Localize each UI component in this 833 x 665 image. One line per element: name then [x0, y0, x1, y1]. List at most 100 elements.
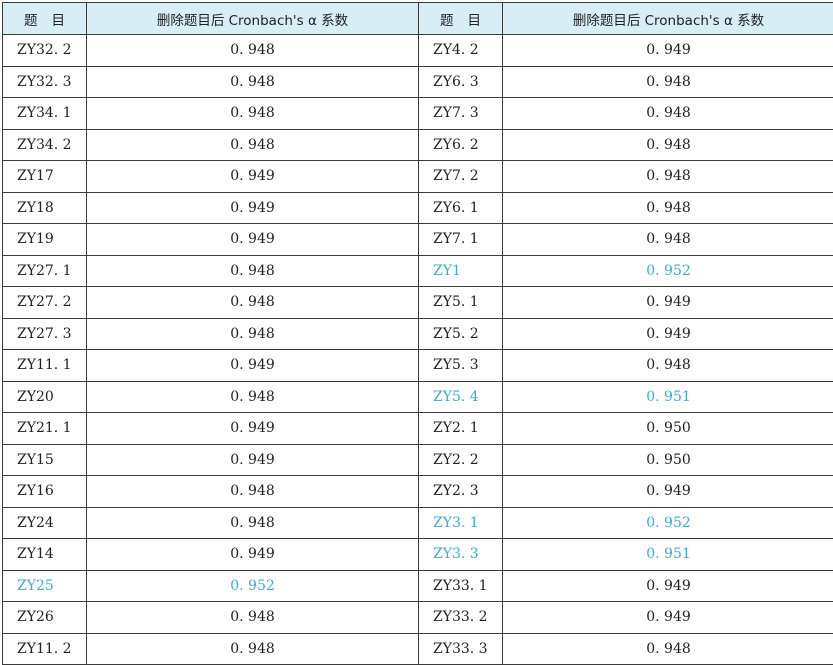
header-item-left: 题目: [2, 2, 87, 35]
header-row: 题目 删除题目后 Cronbach's α 系数 题目 删除题目后 Cronba…: [2, 2, 833, 35]
item-left-cell: ZY11. 1: [2, 349, 87, 382]
header-item-left-char1: 题: [24, 12, 38, 29]
table-row: ZY34. 1 0. 948 ZY7. 3 0. 948: [2, 97, 833, 130]
alpha-left-cell: 0. 949: [86, 443, 419, 476]
alpha-left-cell: 0. 948: [86, 128, 419, 161]
item-right-cell: ZY33. 2: [418, 601, 503, 634]
item-right-cell: ZY7. 1: [418, 223, 503, 256]
header-value-right: 删除题目后 Cronbach's α 系数: [502, 2, 833, 35]
item-right-cell: ZY5. 1: [418, 286, 503, 319]
alpha-right-cell: 0. 952: [502, 506, 833, 539]
item-left-cell: ZY18: [2, 191, 87, 224]
item-left-cell: ZY14: [2, 538, 87, 571]
table-row: ZY17 0. 949 ZY7. 2 0. 948: [2, 160, 833, 193]
header-item-right: 题目: [418, 2, 503, 35]
table-header: 题目 删除题目后 Cronbach's α 系数 题目 删除题目后 Cronba…: [2, 2, 833, 35]
item-right-cell: ZY3. 3: [418, 538, 503, 571]
alpha-right-cell: 0. 948: [502, 97, 833, 130]
table-row: ZY21. 1 0. 949 ZY2. 1 0. 950: [2, 412, 833, 445]
table-row: ZY16 0. 948 ZY2. 3 0. 949: [2, 475, 833, 508]
alpha-right-cell: 0. 950: [502, 443, 833, 476]
item-right-cell: ZY5. 3: [418, 349, 503, 382]
item-right-cell: ZY2. 2: [418, 443, 503, 476]
alpha-left-cell: 0. 948: [86, 97, 419, 130]
alpha-right-cell: 0. 949: [502, 34, 833, 67]
item-left-cell: ZY34. 1: [2, 97, 87, 130]
header-value-left: 删除题目后 Cronbach's α 系数: [86, 2, 419, 35]
alpha-left-cell: 0. 949: [86, 538, 419, 571]
table-row: ZY26 0. 948 ZY33. 2 0. 949: [2, 601, 833, 634]
alpha-left-cell: 0. 948: [86, 506, 419, 539]
alpha-right-cell: 0. 948: [502, 65, 833, 98]
alpha-left-cell: 0. 948: [86, 34, 419, 67]
item-right-cell: ZY5. 2: [418, 317, 503, 350]
cronbach-alpha-table: 题目 删除题目后 Cronbach's α 系数 题目 删除题目后 Cronba…: [2, 2, 833, 665]
table-row: ZY27. 3 0. 948 ZY5. 2 0. 949: [2, 317, 833, 350]
item-left-cell: ZY25: [2, 569, 87, 602]
alpha-right-cell: 0. 948: [502, 128, 833, 161]
item-right-cell: ZY33. 3: [418, 632, 503, 665]
alpha-right-cell: 0. 952: [502, 254, 833, 287]
item-left-cell: ZY32. 2: [2, 34, 87, 67]
table-row: ZY25 0. 952 ZY33. 1 0. 949: [2, 569, 833, 602]
table-row: ZY32. 3 0. 948 ZY6. 3 0. 948: [2, 65, 833, 98]
table-row: ZY11. 1 0. 949 ZY5. 3 0. 948: [2, 349, 833, 382]
item-right-cell: ZY7. 2: [418, 160, 503, 193]
header-item-right-char2: 目: [467, 12, 482, 29]
alpha-right-cell: 0. 949: [502, 317, 833, 350]
alpha-right-cell: 0. 948: [502, 632, 833, 665]
table-row: ZY27. 2 0. 948 ZY5. 1 0. 949: [2, 286, 833, 319]
item-right-cell: ZY1: [418, 254, 503, 287]
alpha-left-cell: 0. 949: [86, 223, 419, 256]
item-left-cell: ZY11. 2: [2, 632, 87, 665]
alpha-left-cell: 0. 948: [86, 475, 419, 508]
item-right-cell: ZY2. 3: [418, 475, 503, 508]
item-left-cell: ZY16: [2, 475, 87, 508]
item-left-cell: ZY27. 2: [2, 286, 87, 319]
alpha-right-cell: 0. 948: [502, 191, 833, 224]
item-left-cell: ZY32. 3: [2, 65, 87, 98]
alpha-right-cell: 0. 950: [502, 412, 833, 445]
table-row: ZY20 0. 948 ZY5. 4 0. 951: [2, 380, 833, 413]
item-left-cell: ZY34. 2: [2, 128, 87, 161]
item-left-cell: ZY24: [2, 506, 87, 539]
table-row: ZY14 0. 949 ZY3. 3 0. 951: [2, 538, 833, 571]
alpha-right-cell: 0. 948: [502, 349, 833, 382]
table-body: ZY32. 2 0. 948 ZY4. 2 0. 949 ZY32. 3 0. 948 ZY…: [2, 34, 833, 665]
item-left-cell: ZY19: [2, 223, 87, 256]
item-left-cell: ZY15: [2, 443, 87, 476]
alpha-left-cell: 0. 948: [86, 632, 419, 665]
item-right-cell: ZY7. 3: [418, 97, 503, 130]
alpha-left-cell: 0. 949: [86, 191, 419, 224]
table-row: ZY27. 1 0. 948 ZY1 0. 952: [2, 254, 833, 287]
item-right-cell: ZY6. 2: [418, 128, 503, 161]
alpha-left-cell: 0. 948: [86, 317, 419, 350]
table-row: ZY11. 2 0. 948 ZY33. 3 0. 948: [2, 632, 833, 665]
alpha-right-cell: 0. 951: [502, 538, 833, 571]
table-row: ZY34. 2 0. 948 ZY6. 2 0. 948: [2, 128, 833, 161]
alpha-left-cell: 0. 948: [86, 254, 419, 287]
alpha-left-cell: 0. 948: [86, 380, 419, 413]
header-value-right-label: 删除题目后 Cronbach's α 系数: [572, 12, 765, 29]
table-row: ZY15 0. 949 ZY2. 2 0. 950: [2, 443, 833, 476]
item-left-cell: ZY17: [2, 160, 87, 193]
reliability-table-container: 题目 删除题目后 Cronbach's α 系数 题目 删除题目后 Cronba…: [2, 2, 833, 665]
alpha-left-cell: 0. 949: [86, 160, 419, 193]
item-right-cell: ZY6. 3: [418, 65, 503, 98]
table-row: ZY18 0. 949 ZY6. 1 0. 948: [2, 191, 833, 224]
item-left-cell: ZY26: [2, 601, 87, 634]
header-item-right-char1: 题: [440, 12, 454, 29]
alpha-right-cell: 0. 948: [502, 223, 833, 256]
alpha-right-cell: 0. 951: [502, 380, 833, 413]
item-left-cell: ZY27. 3: [2, 317, 87, 350]
alpha-right-cell: 0. 949: [502, 286, 833, 319]
alpha-left-cell: 0. 948: [86, 286, 419, 319]
item-left-cell: ZY21. 1: [2, 412, 87, 445]
alpha-right-cell: 0. 949: [502, 569, 833, 602]
item-right-cell: ZY2. 1: [418, 412, 503, 445]
alpha-right-cell: 0. 948: [502, 160, 833, 193]
item-left-cell: ZY20: [2, 380, 87, 413]
alpha-left-cell: 0. 949: [86, 412, 419, 445]
alpha-right-cell: 0. 949: [502, 475, 833, 508]
item-right-cell: ZY6. 1: [418, 191, 503, 224]
